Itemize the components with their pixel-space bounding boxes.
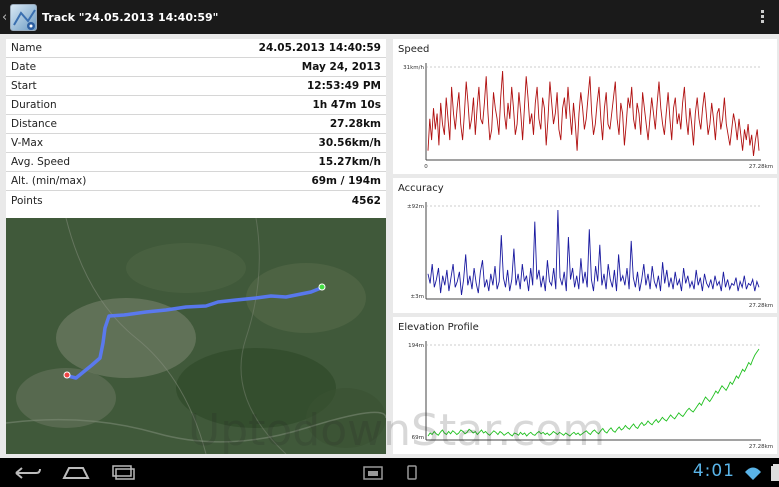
red-end-pin-icon <box>63 371 71 379</box>
recents-icon[interactable] <box>106 463 142 482</box>
home-icon[interactable] <box>58 463 94 482</box>
page-title: Track "24.05.2013 14:40:59" <box>42 10 219 24</box>
accuracy-chart: ±92m ±3m 27.28km Accuracy <box>393 178 777 313</box>
detail-row: Start 12:53:49 PM <box>6 77 386 96</box>
axis-tick-label: 27.28km <box>749 303 773 309</box>
series-line <box>427 348 760 437</box>
overflow-menu-icon[interactable] <box>761 10 765 25</box>
notification-icon[interactable] <box>394 463 430 482</box>
detail-row: Duration 1h 47m 10s <box>6 96 386 115</box>
detail-label: Avg. Speed <box>11 156 71 168</box>
detail-value: 12:53:49 PM <box>306 80 381 92</box>
back-icon[interactable] <box>10 463 46 482</box>
detail-value: 69m / 194m <box>311 175 381 187</box>
axis-tick-label: 31km/h <box>403 65 424 71</box>
map-app-icon[interactable] <box>10 3 37 31</box>
app-screen: ‹ Track "24.05.2013 14:40:59" Name 24.05.… <box>0 0 779 487</box>
detail-label: Date <box>11 61 37 73</box>
axis-tick-label: 27.28km <box>749 164 773 170</box>
detail-row: Points 4562 <box>6 191 386 210</box>
detail-row: Date May 24, 2013 <box>6 58 386 77</box>
content-area: Name 24.05.2013 14:40:59 Date May 24, 2013 S… <box>0 34 779 458</box>
detail-label: V-Max <box>11 137 44 149</box>
detail-label: Alt. (min/max) <box>11 175 87 187</box>
detail-label: Duration <box>11 99 57 111</box>
detail-value: 15.27km/h <box>318 156 381 168</box>
detail-value: 4562 <box>351 194 381 207</box>
green-start-pin-icon <box>318 283 326 291</box>
series-line <box>427 209 760 296</box>
chart-title: Speed <box>398 44 430 55</box>
detail-value: 27.28km <box>329 118 381 130</box>
detail-row: Distance 27.28km <box>6 115 386 134</box>
track-details-table: Name 24.05.2013 14:40:59 Date May 24, 2013 S… <box>6 39 386 245</box>
axis-tick-label: 194m <box>408 343 424 349</box>
elevation-chart: 194m 69m 27.28km Elevation Profile <box>393 317 777 454</box>
detail-value: 1h 47m 10s <box>312 99 381 111</box>
detail-value: May 24, 2013 <box>301 61 381 73</box>
detail-value: 30.56km/h <box>318 137 381 149</box>
detail-label: Start <box>11 80 37 92</box>
detail-row: Avg. Speed 15.27km/h <box>6 153 386 172</box>
chart-title: Elevation Profile <box>398 322 479 333</box>
speed-chart: 31km/h 0 27.28km Speed <box>393 39 777 174</box>
detail-label: Points <box>11 194 43 207</box>
axis-tick-label: 27.28km <box>749 444 773 450</box>
detail-label: Distance <box>11 118 57 130</box>
detail-row: V-Max 30.56km/h <box>6 134 386 153</box>
detail-value: 24.05.2013 14:40:59 <box>258 42 381 54</box>
axis-tick-label: 0 <box>424 164 428 170</box>
detail-row: Alt. (min/max) 69m / 194m <box>6 172 386 191</box>
action-bar: ‹ Track "24.05.2013 14:40:59" <box>0 0 779 34</box>
detail-row: Name 24.05.2013 14:40:59 <box>6 39 386 58</box>
back-chevron-icon[interactable]: ‹ <box>2 10 10 25</box>
system-nav-bar: 4:01 <box>0 458 779 487</box>
chart-title: Accuracy <box>398 183 444 194</box>
axis-tick-label: 69m <box>412 435 424 441</box>
detail-label: Name <box>11 42 42 54</box>
track-map[interactable] <box>6 218 386 454</box>
screenshot-icon[interactable] <box>355 463 391 482</box>
axis-tick-label: ±3m <box>411 294 424 300</box>
clock-time: 4:01 <box>692 461 735 481</box>
series-line <box>427 70 760 157</box>
battery-icon <box>771 464 779 481</box>
axis-tick-label: ±92m <box>407 204 424 210</box>
